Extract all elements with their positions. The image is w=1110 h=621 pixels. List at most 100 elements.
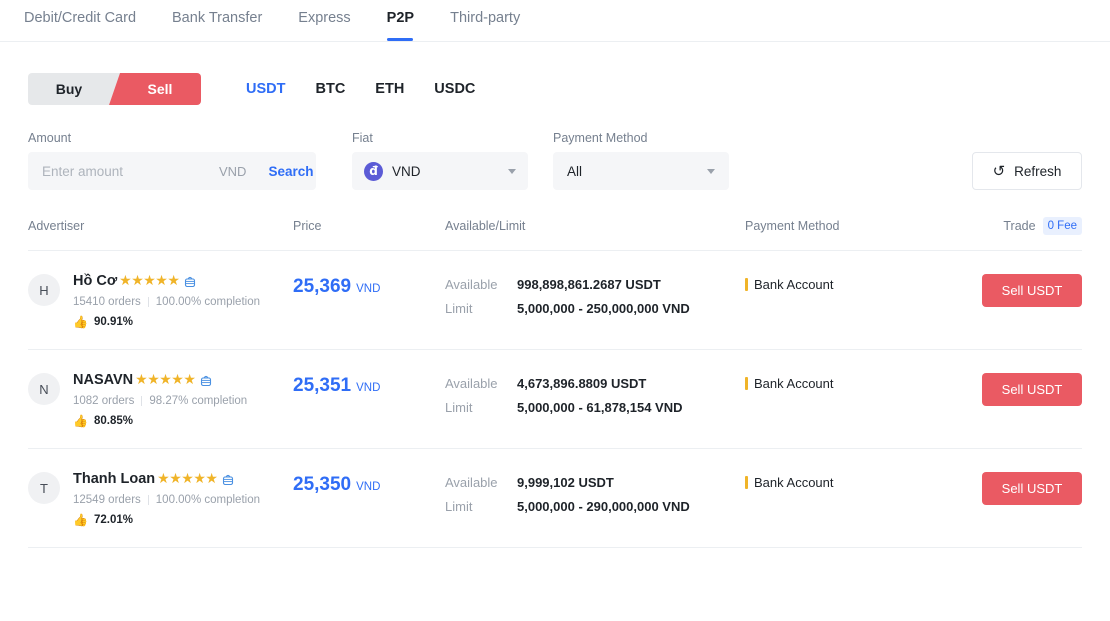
header-trade: Trade 0 Fee — [924, 217, 1082, 236]
search-input[interactable] — [42, 163, 219, 179]
advertiser-cell: T Thanh Loan ★★★★★ 12549 orders 100.00% … — [28, 471, 293, 526]
sell-button[interactable]: Sell — [109, 73, 201, 105]
positive-rating-value: 80.85% — [93, 415, 133, 428]
price-value: 25,369 — [293, 276, 352, 298]
order-count: 12549 orders — [73, 494, 141, 507]
trade-cell: Sell USDT — [924, 372, 1082, 407]
amount-input-wrapper[interactable]: VND Search — [28, 152, 316, 190]
sell-usdt-button[interactable]: Sell USDT — [982, 274, 1082, 308]
buy-sell-toggle: Buy Sell — [28, 73, 201, 105]
coin-tab-btc[interactable]: BTC — [300, 81, 360, 97]
thumbs-up-icon: 👍 — [73, 315, 88, 330]
advertiser-name[interactable]: Hồ Cơ — [73, 273, 117, 289]
sell-usdt-button[interactable]: Sell USDT — [982, 472, 1082, 506]
advertiser-info: NASAVN ★★★★★ 1082 orders 98.27% completi… — [73, 372, 247, 427]
payment-method-label: Payment Method — [553, 131, 648, 145]
advertiser-name-row: NASAVN ★★★★★ — [73, 372, 247, 388]
coin-tab-label: USDC — [434, 81, 476, 97]
payment-color-bar-icon — [745, 377, 748, 391]
limit-value: 5,000,000 - 290,000,000 VND — [517, 499, 690, 515]
payment-color-bar-icon — [745, 476, 748, 490]
fiat-label: Fiat — [352, 131, 373, 145]
completion-rate: 100.00% completion — [155, 494, 260, 507]
header-payment-method: Payment Method — [745, 219, 840, 234]
available-value: 4,673,896.8809 USDT — [517, 376, 647, 392]
payment-method-cell: Bank Account — [745, 471, 924, 490]
table-row: N NASAVN ★★★★★ 1082 orders 98.27% comple… — [28, 350, 1082, 450]
payment-method-cell: Bank Account — [745, 273, 924, 292]
price-value: 25,351 — [293, 375, 352, 397]
limit-label: Limit — [445, 301, 473, 317]
available-line: Available 9,999,102 USDT — [445, 475, 745, 490]
tab-label: P2P — [386, 10, 415, 26]
search-button[interactable]: Search — [257, 164, 313, 179]
advertiser-name-row: Thanh Loan ★★★★★ — [73, 471, 260, 487]
advertiser-positive-rating: 👍 90.91% — [73, 316, 260, 328]
filter-row: Amount VND Search Fiat đ VND Payment Met… — [28, 105, 1082, 190]
refresh-label: Refresh — [1014, 163, 1062, 179]
positive-rating-value: 90.91% — [93, 316, 133, 329]
table-header-row: Advertiser Price Available/Limit Payment… — [28, 217, 1082, 252]
positive-rating-value: 72.01% — [93, 514, 133, 527]
payment-method-cell: Bank Account — [745, 372, 924, 391]
order-count: 15410 orders — [73, 296, 141, 309]
coin-tab-group: USDT BTC ETH USDC — [231, 81, 490, 97]
tab-express[interactable]: Express — [280, 0, 368, 41]
sell-usdt-button[interactable]: Sell USDT — [982, 373, 1082, 407]
fiat-select[interactable]: đ VND — [352, 152, 528, 190]
coin-tab-usdc[interactable]: USDC — [419, 81, 490, 97]
chevron-down-icon — [508, 168, 516, 174]
avatar: H — [28, 274, 60, 307]
advertiser-name[interactable]: NASAVN — [73, 372, 133, 388]
limit-line: Limit 5,000,000 - 61,878,154 VND — [445, 400, 745, 415]
coin-tab-label: USDT — [246, 81, 286, 97]
limit-line: Limit 5,000,000 - 290,000,000 VND — [445, 499, 745, 514]
limit-label: Limit — [445, 400, 473, 416]
verified-merchant-icon — [184, 275, 196, 288]
star-rating-icon: ★★★★★ — [119, 273, 180, 290]
avatar: T — [28, 472, 60, 505]
trade-cell: Sell USDT — [924, 471, 1082, 506]
limit-label: Limit — [445, 499, 473, 515]
star-rating-icon: ★★★★★ — [135, 372, 196, 389]
thumbs-up-icon: 👍 — [73, 414, 88, 429]
side-and-coin-row: Buy Sell USDT BTC ETH USDC — [28, 42, 1082, 105]
amount-label: Amount — [28, 131, 72, 145]
primary-tab-bar: Debit/Credit Card Bank Transfer Express … — [0, 0, 1110, 42]
advertiser-name[interactable]: Thanh Loan — [73, 471, 155, 487]
header-available-limit: Available/Limit — [445, 219, 526, 234]
coin-tab-usdt[interactable]: USDT — [231, 81, 300, 97]
coin-tab-eth[interactable]: ETH — [360, 81, 419, 97]
tab-third-party[interactable]: Third-party — [432, 0, 538, 41]
available-label: Available — [445, 376, 498, 392]
refresh-button[interactable]: ↺ Refresh — [972, 152, 1082, 190]
star-rating-icon: ★★★★★ — [157, 471, 218, 488]
payment-method-value: All — [567, 163, 583, 179]
available-value: 998,898,861.2687 USDT — [517, 277, 661, 293]
tab-bank-transfer[interactable]: Bank Transfer — [154, 0, 280, 41]
buy-button[interactable]: Buy — [28, 73, 120, 105]
advertiser-info: Hồ Cơ ★★★★★ 15410 orders 100.00% complet… — [73, 273, 260, 328]
advertiser-info: Thanh Loan ★★★★★ 12549 orders 100.00% co… — [73, 471, 260, 526]
divider — [141, 396, 143, 407]
available-label: Available — [445, 475, 498, 491]
available-limit-cell: Available 4,673,896.8809 USDT Limit 5,00… — [445, 372, 745, 415]
price-value: 25,350 — [293, 474, 352, 496]
tab-debit-credit-card[interactable]: Debit/Credit Card — [6, 0, 154, 41]
offer-table: Advertiser Price Available/Limit Payment… — [0, 217, 1110, 549]
available-line: Available 4,673,896.8809 USDT — [445, 376, 745, 391]
completion-rate: 98.27% completion — [149, 395, 248, 408]
available-label: Available — [445, 277, 498, 293]
tab-p2p[interactable]: P2P — [369, 0, 432, 41]
fiat-filter: Fiat đ VND — [352, 131, 528, 190]
completion-rate: 100.00% completion — [155, 296, 260, 309]
verified-merchant-glyph — [223, 474, 234, 485]
header-price: Price — [293, 219, 322, 234]
payment-method-name: Bank Account — [754, 376, 834, 392]
divider — [147, 495, 149, 506]
available-limit-cell: Available 998,898,861.2687 USDT Limit 5,… — [445, 273, 745, 316]
tab-label: Third-party — [450, 10, 521, 26]
payment-method-select[interactable]: All — [553, 152, 729, 190]
advertiser-positive-rating: 👍 80.85% — [73, 415, 247, 427]
zero-fee-badge: 0 Fee — [1042, 217, 1082, 236]
